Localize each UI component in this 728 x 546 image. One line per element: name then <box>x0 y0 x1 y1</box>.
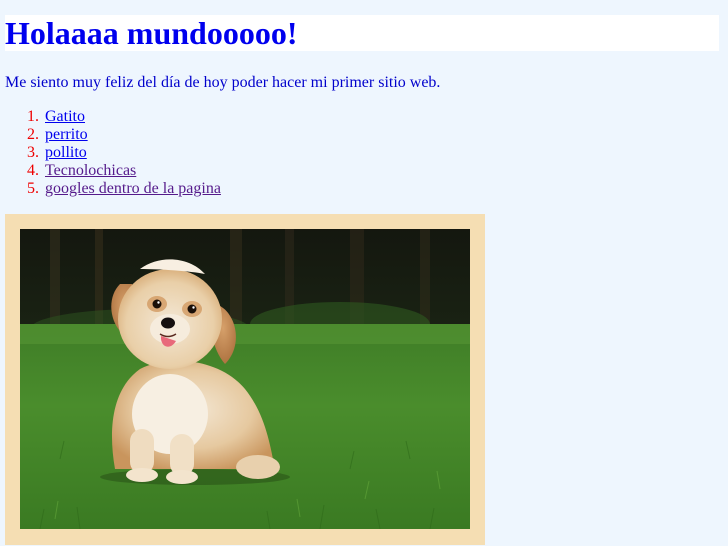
list-item: pollito <box>27 144 221 162</box>
page-title: Holaaaa mundooooo! <box>5 15 298 51</box>
link-gatito[interactable]: Gatito <box>45 108 85 125</box>
list-item: googles dentro de la pagina <box>27 180 221 198</box>
link-list: Gatito perrito pollito Tecnolochicas goo… <box>5 108 221 198</box>
title-bar: Holaaaa mundooooo! <box>5 15 719 51</box>
puppy-photo <box>20 229 470 529</box>
list-item: Gatito <box>27 108 221 126</box>
intro-paragraph: Me siento muy feliz del día de hoy poder… <box>5 74 441 91</box>
link-tecnolochicas[interactable]: Tecnolochicas <box>45 162 136 179</box>
photo-frame <box>5 214 485 545</box>
link-pollito[interactable]: pollito <box>45 144 87 161</box>
page: Holaaaa mundooooo! Me siento muy feliz d… <box>0 0 728 546</box>
link-perrito[interactable]: perrito <box>45 126 88 143</box>
list-item: Tecnolochicas <box>27 162 221 180</box>
link-googles[interactable]: googles dentro de la pagina <box>45 180 221 197</box>
list-item: perrito <box>27 126 221 144</box>
